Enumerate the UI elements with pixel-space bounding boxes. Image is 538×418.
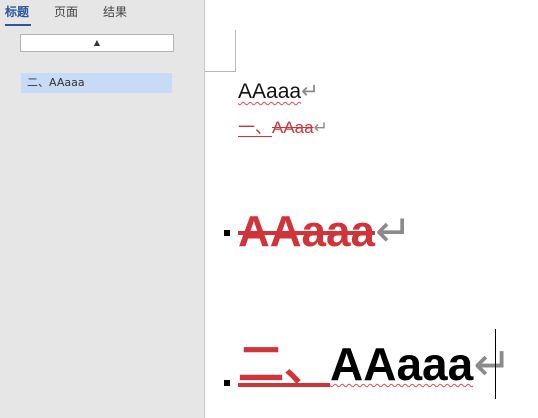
deleted-heading-text: AAaa xyxy=(272,118,314,137)
document-area[interactable]: AAaaa↵ 一、AAaa↵ AAaaa↵ 二、AAaaa↵ xyxy=(205,0,538,418)
nav-tab-bar: 标题 页面 结果 xyxy=(0,0,204,28)
inserted-heading-numbering: 二、 xyxy=(238,338,330,390)
collapse-all-button[interactable]: ▲ xyxy=(20,34,174,52)
heading-item-2[interactable]: 二、AAaaa xyxy=(21,73,172,93)
paragraph-mark-icon: ↵ xyxy=(301,80,319,103)
text-cursor xyxy=(495,329,496,399)
collapse-up-icon: ▲ xyxy=(93,38,101,47)
heading-bullet-icon xyxy=(224,230,230,236)
paragraph-1-text: AAaaa xyxy=(238,80,302,103)
heading-paragraph-1[interactable]: AAaaa↵ xyxy=(238,206,412,258)
navigation-pane: 标题 页面 结果 ▲ 二、AAaaa xyxy=(0,0,205,418)
deleted-heading-1-text: AAaaa xyxy=(238,207,375,256)
tab-results[interactable]: 结果 xyxy=(103,4,127,20)
tab-headings[interactable]: 标题 xyxy=(5,4,29,20)
heading-paragraph-2[interactable]: 二、AAaaa↵ xyxy=(238,337,512,391)
tab-pages[interactable]: 页面 xyxy=(54,4,78,20)
paragraph-mark-icon: ↵ xyxy=(473,338,512,390)
heading-item-label: 二、AAaaa xyxy=(27,76,85,89)
margin-corner-mark-vertical xyxy=(235,30,236,72)
heading-bullet-icon xyxy=(224,380,230,386)
active-tab-indicator xyxy=(5,24,31,26)
paragraph-mark-icon: ↵ xyxy=(313,118,328,137)
inserted-numbering: 一、 xyxy=(238,118,272,137)
heading-2-text: AAaaa xyxy=(330,338,474,390)
margin-corner-mark-horizontal xyxy=(205,71,236,72)
paragraph-2[interactable]: 一、AAaa↵ xyxy=(238,117,328,139)
paragraph-mark-icon: ↵ xyxy=(374,207,412,256)
paragraph-1[interactable]: AAaaa↵ xyxy=(238,79,319,105)
